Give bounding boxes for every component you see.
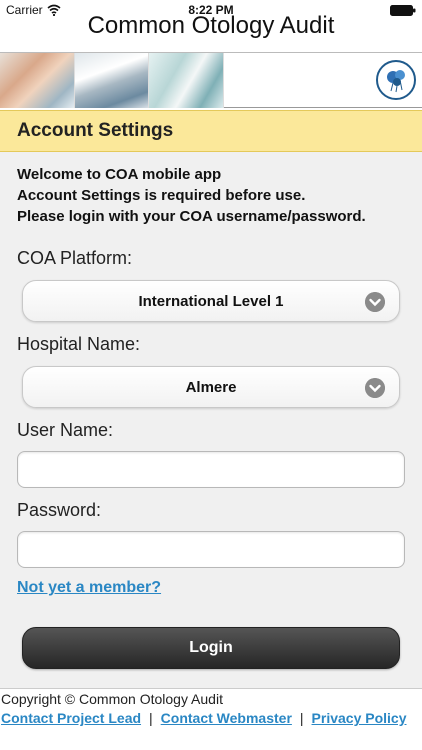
footer: Copyright © Common Otology Audit Contact… [0, 690, 422, 728]
chevron-down-icon [365, 378, 385, 398]
password-label: Password: [17, 500, 102, 520]
banner-photo-child [0, 53, 75, 108]
welcome-message: Welcome to COA mobile app Account Settin… [17, 164, 366, 227]
contact-webmaster-link[interactable]: Contact Webmaster [161, 710, 292, 726]
signup-link[interactable]: Not yet a member? [17, 579, 161, 597]
hospital-label: Hospital Name: [17, 334, 141, 354]
chevron-down-icon [365, 292, 385, 312]
copyright-text: Copyright © Common Otology Audit [1, 691, 223, 707]
username-input[interactable] [17, 451, 405, 488]
login-button[interactable]: Login [22, 627, 400, 669]
coa-logo-icon [376, 60, 416, 100]
footer-separator: | [149, 710, 153, 726]
platform-select[interactable]: International Level 1 [22, 280, 400, 322]
banner-photo-doctor [74, 53, 150, 108]
hospital-select[interactable]: Almere [22, 366, 400, 408]
welcome-line-3: Please login with your COA username/pass… [17, 208, 366, 225]
privacy-policy-link[interactable]: Privacy Policy [312, 710, 407, 726]
contact-project-lead-link[interactable]: Contact Project Lead [1, 710, 141, 726]
username-label: User Name: [17, 420, 114, 440]
app-title: Common Otology Audit [87, 12, 335, 39]
footer-separator: | [299, 710, 304, 726]
banner-photos [0, 53, 225, 108]
banner-photo-document [149, 53, 225, 108]
account-settings-form: Welcome to COA mobile app Account Settin… [0, 152, 422, 689]
platform-label: COA Platform: [17, 248, 133, 268]
welcome-line-2: Account Settings is required before use. [17, 187, 306, 204]
header-banner [0, 52, 422, 108]
platform-value: International Level 1 [138, 292, 284, 310]
hospital-value: Almere [185, 378, 237, 396]
password-input[interactable] [17, 531, 405, 568]
section-header: Account Settings [0, 110, 422, 152]
footer-links: Contact Project Lead | Contact Webmaster | P… [1, 709, 422, 728]
welcome-line-1: Welcome to COA mobile app [17, 166, 222, 183]
